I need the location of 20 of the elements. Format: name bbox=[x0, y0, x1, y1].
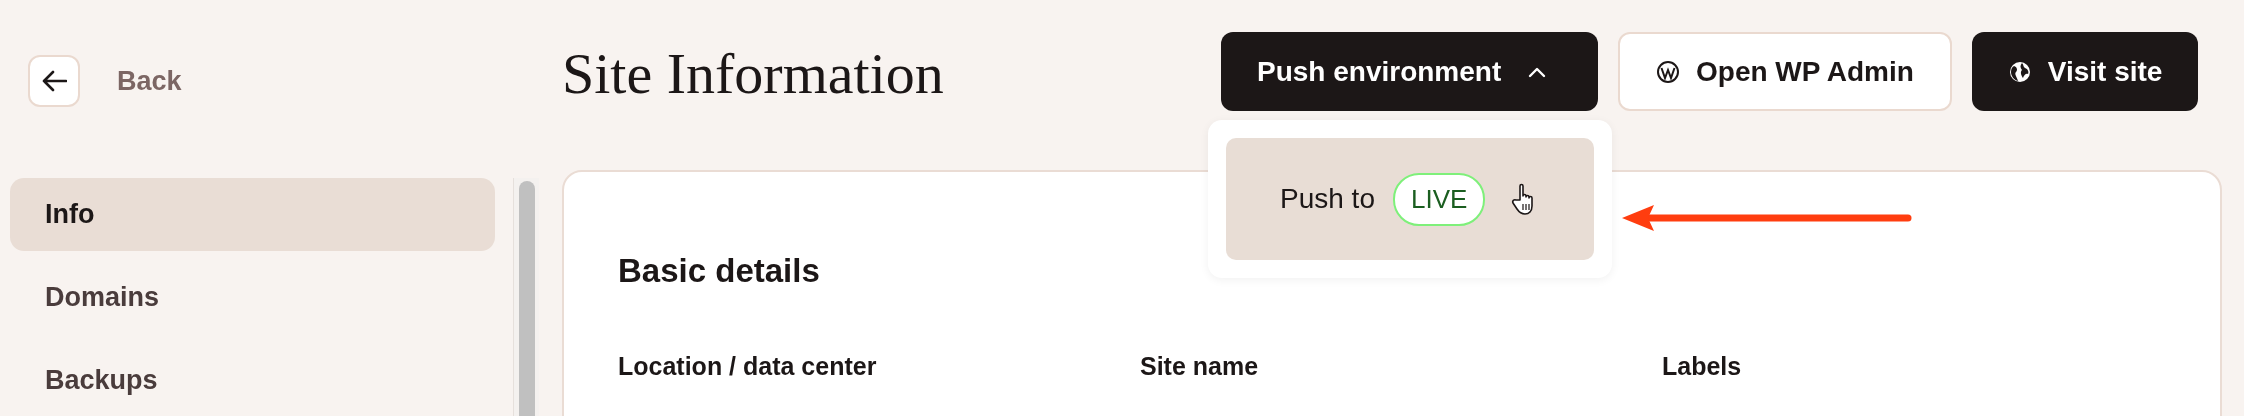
back-link[interactable]: Back bbox=[117, 65, 182, 97]
menu-item[interactable]: Push to LIVE bbox=[1226, 138, 1594, 260]
field-label: Location / data center bbox=[618, 352, 878, 381]
section-heading: Basic details bbox=[618, 252, 821, 290]
environment-badge: LIVE bbox=[1392, 172, 1486, 226]
caret-icon bbox=[1527, 65, 1548, 78]
sidebar-item[interactable]: Backups bbox=[10, 344, 495, 416]
back-button[interactable] bbox=[28, 55, 80, 107]
action-button[interactable]: Open WP Admin bbox=[1618, 32, 1952, 111]
back-arrow-icon bbox=[41, 70, 67, 92]
wordpress-icon bbox=[1656, 59, 1680, 84]
globe-icon bbox=[2007, 59, 2032, 84]
field-label: Site name bbox=[1140, 352, 1260, 381]
sidebar-item[interactable]: Info bbox=[10, 178, 495, 251]
dropdown-button[interactable]: Push environment bbox=[1221, 32, 1598, 111]
menu-item-label: Push to bbox=[1280, 183, 1375, 215]
sidebar-item[interactable]: Domains bbox=[10, 261, 495, 334]
action-button[interactable]: Visit site bbox=[1971, 32, 2199, 111]
page-title: Site Information bbox=[562, 40, 945, 107]
field-label: Labels bbox=[1662, 352, 1743, 381]
